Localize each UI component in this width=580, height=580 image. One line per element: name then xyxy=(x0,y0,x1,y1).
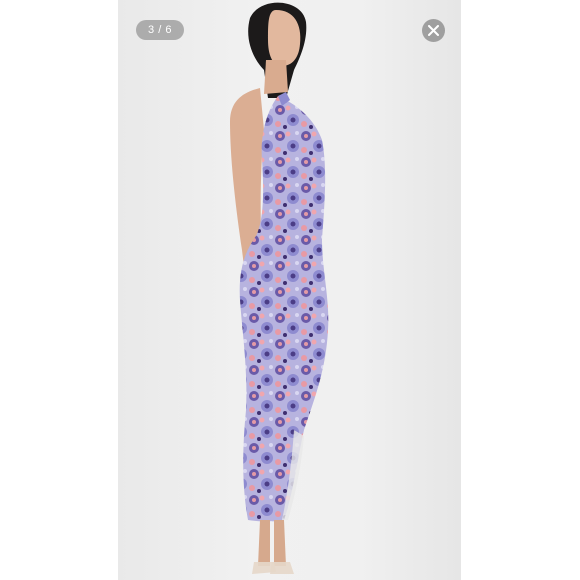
close-icon xyxy=(428,25,439,36)
image-viewer: 3 / 6 xyxy=(0,0,580,580)
product-photo xyxy=(118,0,461,580)
close-button[interactable] xyxy=(422,19,445,42)
model-in-dress-illustration xyxy=(230,2,329,574)
image-counter-badge: 3 / 6 xyxy=(136,20,184,40)
